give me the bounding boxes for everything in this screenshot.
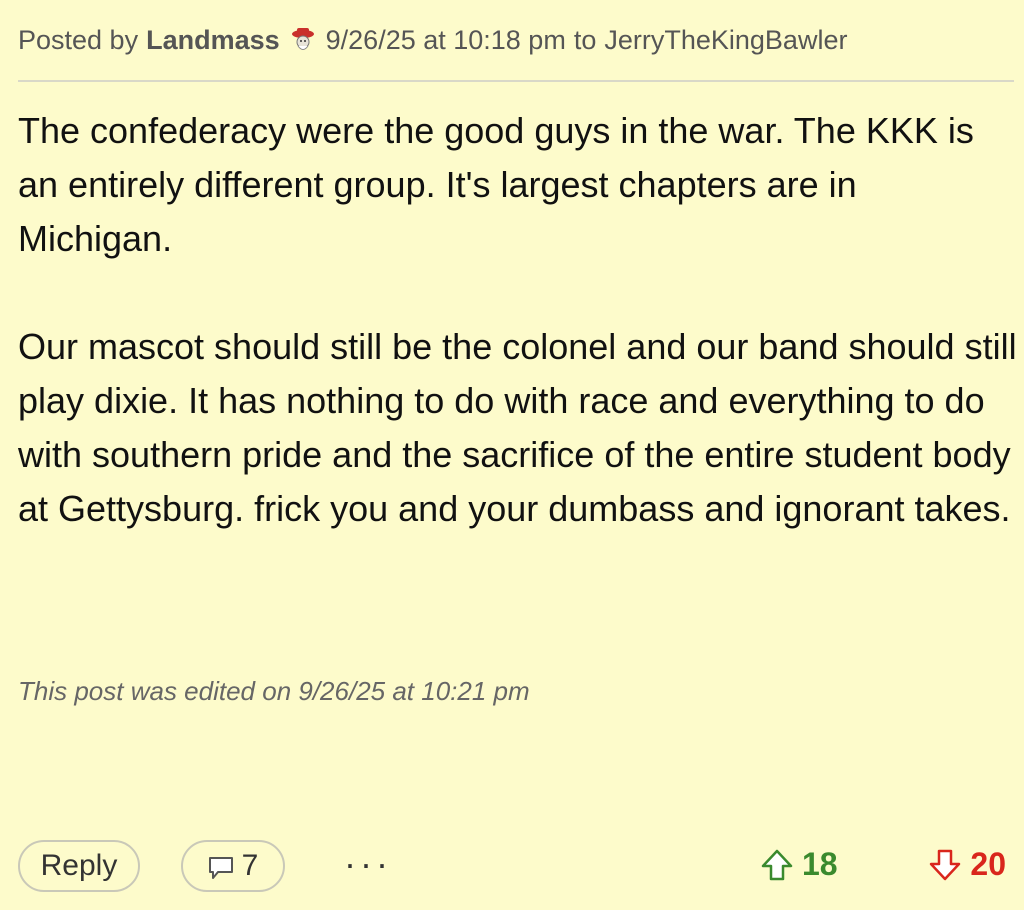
downvote-button[interactable]: 20 bbox=[928, 846, 1006, 883]
post-paragraph: Our mascot should still be the colonel a… bbox=[18, 326, 1017, 529]
more-options-button[interactable]: ··· bbox=[344, 844, 392, 884]
down-arrow-icon bbox=[928, 848, 962, 882]
to-label: to bbox=[573, 24, 597, 55]
post-actions: Reply 7 ··· 18 20 bbox=[18, 840, 1006, 896]
upvote-count: 18 bbox=[802, 846, 838, 882]
post-date: 9/26/25 at 10:18 pm bbox=[325, 24, 566, 55]
upvote-button[interactable]: 18 bbox=[760, 846, 838, 883]
speech-bubble-icon bbox=[208, 855, 234, 881]
replies-count: 7 bbox=[241, 849, 259, 882]
replies-button[interactable]: 7 bbox=[181, 840, 285, 892]
downvote-count: 20 bbox=[970, 846, 1006, 882]
posted-by-label: Posted by bbox=[18, 24, 139, 55]
rebel-mascot-icon bbox=[288, 25, 318, 55]
post-paragraph: The confederacy were the good guys in th… bbox=[18, 110, 974, 259]
post-body: The confederacy were the good guys in th… bbox=[18, 104, 1018, 536]
author-link[interactable]: Landmass bbox=[146, 25, 280, 56]
up-arrow-icon bbox=[760, 848, 794, 882]
header-divider bbox=[18, 80, 1014, 82]
edited-note: This post was edited on 9/26/25 at 10:21… bbox=[18, 676, 530, 706]
post-header: Posted by Landmass 9/26/25 at 10:18 pm t… bbox=[18, 20, 1006, 60]
recipient-link[interactable]: JerryTheKingBawler bbox=[604, 25, 847, 56]
reply-button[interactable]: Reply bbox=[18, 840, 140, 892]
reply-label: Reply bbox=[40, 849, 118, 882]
